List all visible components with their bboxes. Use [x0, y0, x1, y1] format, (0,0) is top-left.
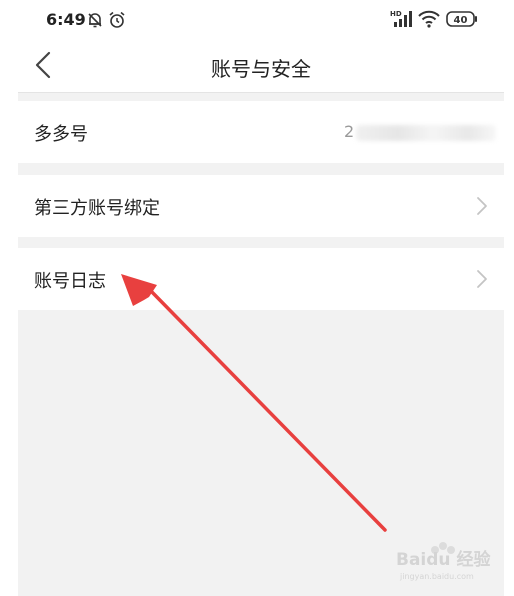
- signal-icon: HD: [390, 9, 412, 33]
- list-item-duoduo-id[interactable]: 多多号 2: [18, 101, 504, 163]
- watermark-text: Baidu 经验: [396, 549, 491, 570]
- phone-screen: 6:49 HD 40 账号与安全 多多号 2 第三方账号绑定 账号日志: [18, 0, 504, 596]
- title-bar: 账号与安全: [18, 40, 504, 93]
- list-item-third-party-binding[interactable]: 第三方账号绑定: [18, 175, 504, 237]
- watermark-subtext: jingyan.baidu.com: [399, 572, 474, 581]
- bell-off-icon: [86, 11, 104, 33]
- network-label: HD: [390, 10, 402, 18]
- status-bar: 6:49 HD 40: [18, 0, 504, 40]
- duoduo-id-value: 2: [344, 122, 355, 141]
- chevron-right-icon: [477, 197, 487, 215]
- battery-level: 40: [454, 15, 468, 26]
- page-title: 账号与安全: [211, 57, 311, 81]
- redacted-value: [356, 125, 496, 141]
- battery-icon: 40: [446, 11, 478, 31]
- status-time: 6:49: [46, 10, 86, 29]
- wifi-icon: [418, 10, 440, 32]
- list-item-account-log[interactable]: 账号日志: [18, 248, 504, 310]
- row-label: 账号日志: [34, 271, 106, 292]
- row-label: 第三方账号绑定: [34, 198, 160, 219]
- row-label: 多多号: [34, 124, 88, 145]
- chevron-right-icon: [477, 270, 487, 288]
- alarm-icon: [108, 11, 126, 33]
- watermark-logo: Baidu 经验 jingyan.baidu.com: [396, 542, 491, 581]
